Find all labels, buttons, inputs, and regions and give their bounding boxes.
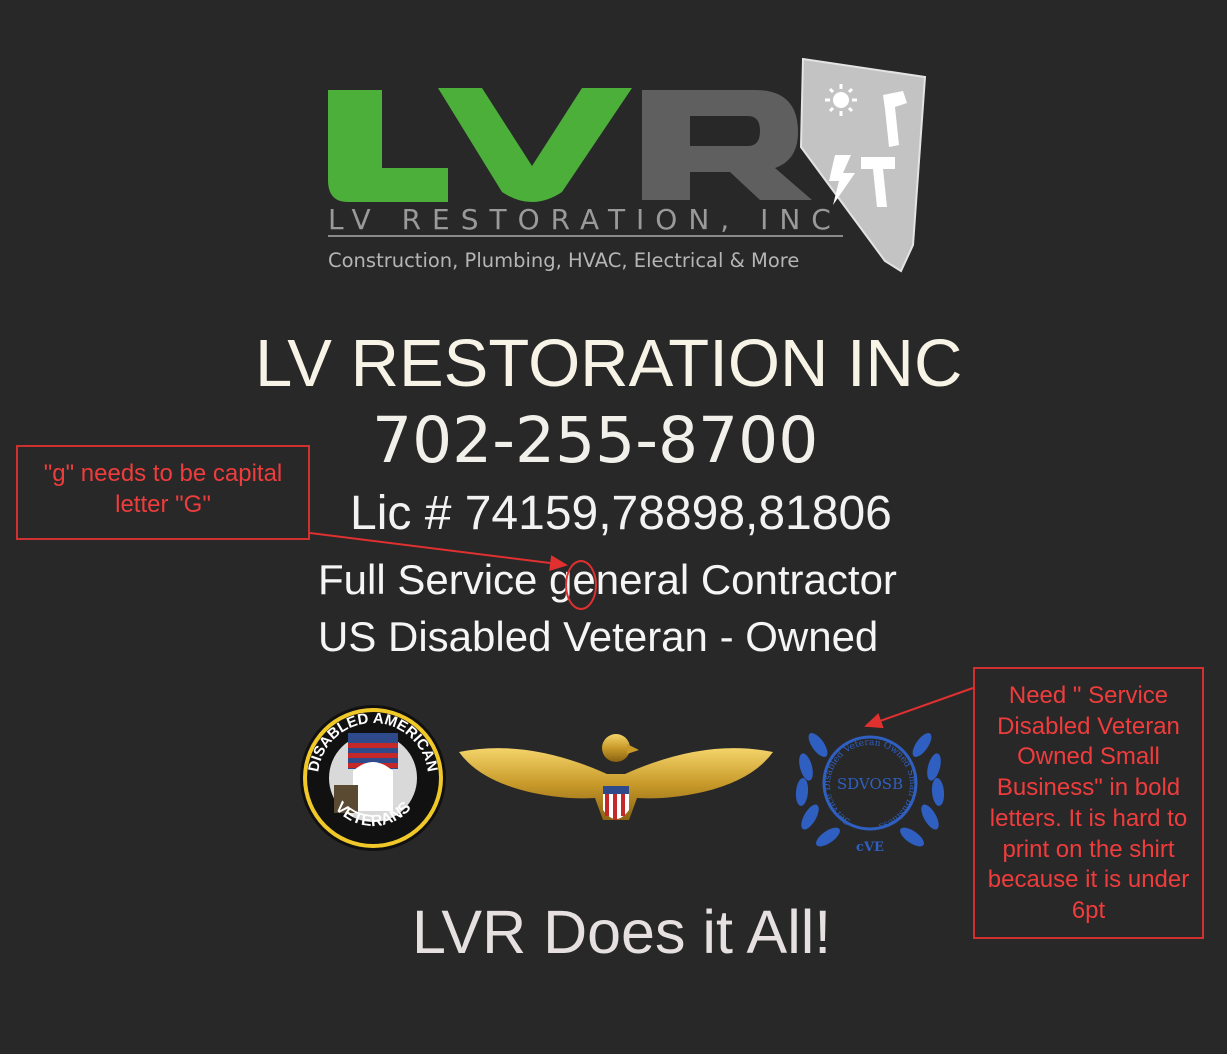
arrow-to-g [309, 532, 568, 571]
annotation-arrows [309, 532, 974, 729]
arrow-to-sdvosb [864, 687, 974, 729]
tagline: LVR Does it All! [412, 898, 832, 966]
